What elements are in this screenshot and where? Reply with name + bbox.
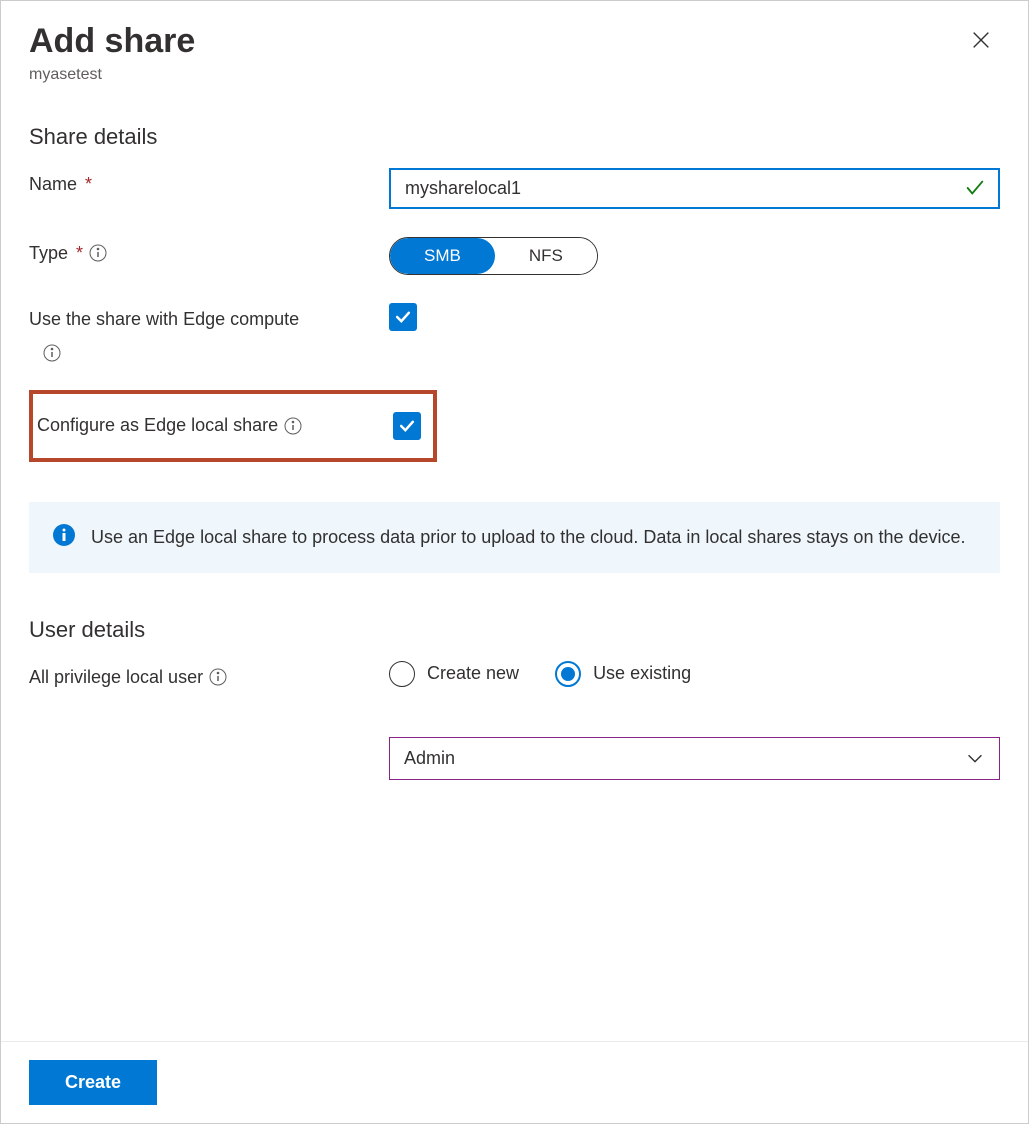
privilege-label: All privilege local user xyxy=(29,661,389,688)
privilege-user-row: All privilege local user Create new xyxy=(29,661,1000,780)
user-select[interactable]: Admin xyxy=(389,737,1000,780)
info-banner-text: Use an Edge local share to process data … xyxy=(91,524,966,551)
type-smb-option[interactable]: SMB xyxy=(390,238,495,274)
name-label-text: Name xyxy=(29,174,77,195)
name-input[interactable] xyxy=(389,168,1000,209)
panel-header: Add share myasetest xyxy=(29,21,1000,84)
create-new-radio xyxy=(389,661,415,687)
checkmark-icon xyxy=(393,307,413,327)
edge-local-label: Configure as Edge local share xyxy=(33,415,393,436)
required-indicator: * xyxy=(85,174,92,195)
info-icon[interactable] xyxy=(209,668,227,686)
required-indicator: * xyxy=(76,243,83,264)
type-label-text: Type xyxy=(29,243,68,264)
info-icon xyxy=(53,524,75,546)
name-label: Name * xyxy=(29,168,389,195)
use-existing-radio-option[interactable]: Use existing xyxy=(555,661,691,687)
panel-footer: Create xyxy=(1,1041,1028,1123)
create-new-radio-option[interactable]: Create new xyxy=(389,661,519,687)
page-subtitle: myasetest xyxy=(29,66,195,84)
privilege-label-text: All privilege local user xyxy=(29,667,203,688)
info-icon[interactable] xyxy=(43,344,61,362)
edge-compute-label-text: Use the share with Edge compute xyxy=(29,309,299,330)
edge-local-checkbox[interactable] xyxy=(393,412,421,440)
edge-compute-checkbox[interactable] xyxy=(389,303,417,331)
edge-compute-row: Use the share with Edge compute xyxy=(29,303,1000,362)
checkmark-icon xyxy=(964,177,986,199)
checkmark-icon xyxy=(397,416,417,436)
edge-local-row: Configure as Edge local share xyxy=(29,390,437,462)
close-icon xyxy=(970,29,992,51)
type-row: Type * SMB NFS xyxy=(29,237,1000,275)
type-toggle: SMB NFS xyxy=(389,237,598,275)
type-label: Type * xyxy=(29,237,389,264)
use-existing-label: Use existing xyxy=(593,663,691,684)
user-radio-group: Create new Use existing xyxy=(389,661,1000,687)
info-icon[interactable] xyxy=(89,244,107,262)
close-button[interactable] xyxy=(962,21,1000,59)
edge-local-label-text: Configure as Edge local share xyxy=(37,415,278,436)
edge-compute-label: Use the share with Edge compute xyxy=(29,303,389,362)
name-row: Name * xyxy=(29,168,1000,209)
type-nfs-option[interactable]: NFS xyxy=(495,238,597,274)
create-button[interactable]: Create xyxy=(29,1060,157,1105)
user-details-title: User details xyxy=(29,617,1000,643)
create-new-label: Create new xyxy=(427,663,519,684)
share-details-title: Share details xyxy=(29,124,1000,150)
radio-dot xyxy=(561,667,575,681)
info-icon[interactable] xyxy=(284,417,302,435)
use-existing-radio xyxy=(555,661,581,687)
info-banner: Use an Edge local share to process data … xyxy=(29,502,1000,573)
page-title: Add share xyxy=(29,21,195,62)
